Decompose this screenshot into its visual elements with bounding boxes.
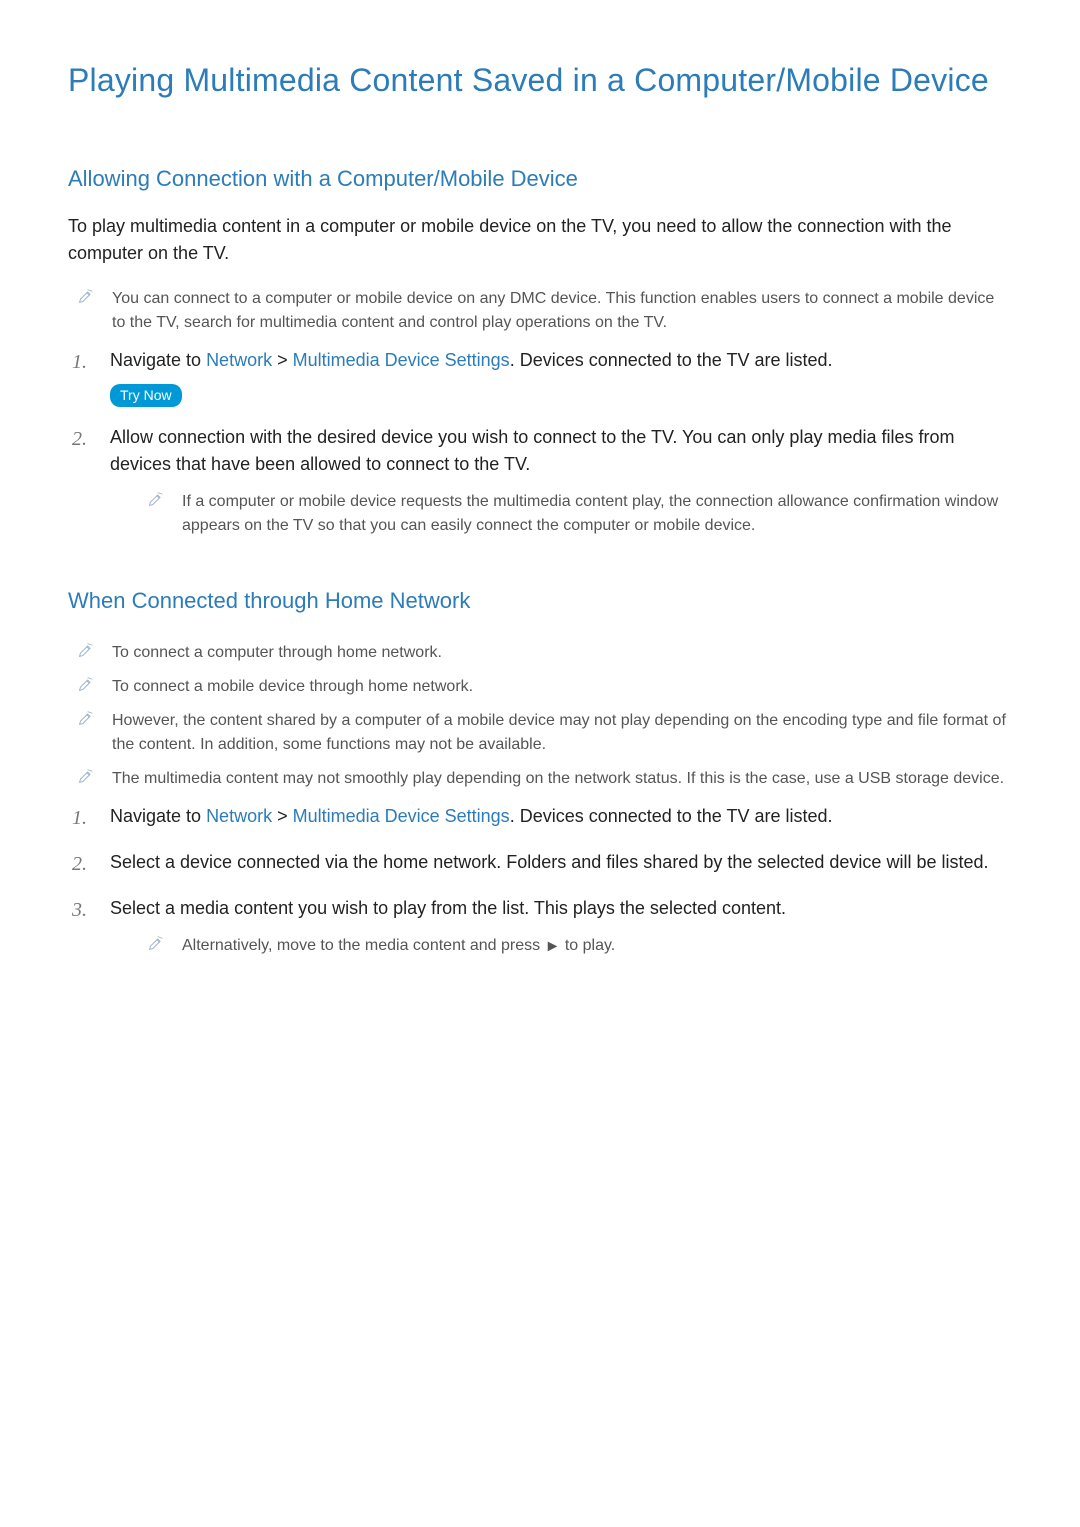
sub-note: If a computer or mobile device requests …: [110, 478, 1012, 538]
note-text: However, the content shared by a compute…: [112, 707, 1012, 757]
pencil-icon: [78, 710, 94, 730]
step-number: 2.: [72, 424, 92, 454]
section-heading: Allowing Connection with a Computer/Mobi…: [68, 162, 1012, 195]
note-text: You can connect to a computer or mobile …: [112, 285, 1012, 335]
pencil-icon: [78, 768, 94, 788]
note-item: The multimedia content may not smoothly …: [68, 761, 1012, 795]
step-text: Navigate to: [110, 806, 206, 826]
pencil-icon: [78, 288, 94, 308]
intro-text: To play multimedia content in a computer…: [68, 213, 1012, 267]
step-item: 1. Navigate to Network > Multimedia Devi…: [68, 795, 1012, 841]
try-now-badge[interactable]: Try Now: [110, 384, 182, 407]
note-item: To connect a mobile device through home …: [68, 669, 1012, 703]
pencil-icon: [148, 935, 164, 955]
step-text: Navigate to: [110, 350, 206, 370]
step-body: Navigate to Network > Multimedia Device …: [110, 803, 1012, 830]
note-text: The multimedia content may not smoothly …: [112, 765, 1012, 791]
step-text: Select a media content you wish to play …: [110, 898, 786, 918]
note-text: Alternatively, move to the media content…: [182, 932, 1012, 958]
section-heading: When Connected through Home Network: [68, 584, 1012, 617]
step-item: 3. Select a media content you wish to pl…: [68, 887, 1012, 966]
note-list: You can connect to a computer or mobile …: [68, 281, 1012, 339]
step-number: 2.: [72, 849, 92, 879]
step-sep: >: [272, 806, 293, 826]
link-multimedia-settings[interactable]: Multimedia Device Settings: [293, 806, 510, 826]
step-text: Allow connection with the desired device…: [110, 427, 955, 474]
step-body: Select a media content you wish to play …: [110, 895, 1012, 958]
ordered-steps: 1. Navigate to Network > Multimedia Devi…: [68, 339, 1012, 546]
step-text-post: . Devices connected to the TV are listed…: [510, 806, 833, 826]
note-item: To connect a computer through home netwo…: [68, 635, 1012, 669]
note-item: However, the content shared by a compute…: [68, 703, 1012, 761]
note-text-pre: Alternatively, move to the media content…: [182, 937, 545, 954]
note-text-post: to play.: [560, 937, 615, 954]
note-text: If a computer or mobile device requests …: [182, 488, 1012, 538]
section-home-network: When Connected through Home Network To c…: [68, 584, 1012, 966]
play-icon: ►: [545, 938, 561, 955]
note-text: To connect a mobile device through home …: [112, 673, 1012, 699]
pencil-icon: [78, 642, 94, 662]
step-number: 1.: [72, 803, 92, 833]
step-item: 2. Allow connection with the desired dev…: [68, 416, 1012, 546]
link-network[interactable]: Network: [206, 806, 272, 826]
step-number: 1.: [72, 347, 92, 377]
note-list: To connect a computer through home netwo…: [68, 635, 1012, 795]
note-text: To connect a computer through home netwo…: [112, 639, 1012, 665]
step-body: Select a device connected via the home n…: [110, 849, 1012, 876]
step-body: Allow connection with the desired device…: [110, 424, 1012, 538]
sub-note: Alternatively, move to the media content…: [110, 922, 1012, 958]
link-multimedia-settings[interactable]: Multimedia Device Settings: [293, 350, 510, 370]
step-number: 3.: [72, 895, 92, 925]
step-text-post: . Devices connected to the TV are listed…: [510, 350, 833, 370]
section-allowing-connection: Allowing Connection with a Computer/Mobi…: [68, 162, 1012, 546]
link-network[interactable]: Network: [206, 350, 272, 370]
pencil-icon: [148, 491, 164, 511]
pencil-icon: [78, 676, 94, 696]
step-body: Navigate to Network > Multimedia Device …: [110, 347, 1012, 408]
step-item: 2. Select a device connected via the hom…: [68, 841, 1012, 887]
note-item: You can connect to a computer or mobile …: [68, 281, 1012, 339]
page-title: Playing Multimedia Content Saved in a Co…: [68, 56, 1012, 104]
step-sep: >: [272, 350, 293, 370]
ordered-steps: 1. Navigate to Network > Multimedia Devi…: [68, 795, 1012, 966]
step-item: 1. Navigate to Network > Multimedia Devi…: [68, 339, 1012, 416]
document-page: Playing Multimedia Content Saved in a Co…: [0, 0, 1080, 1064]
